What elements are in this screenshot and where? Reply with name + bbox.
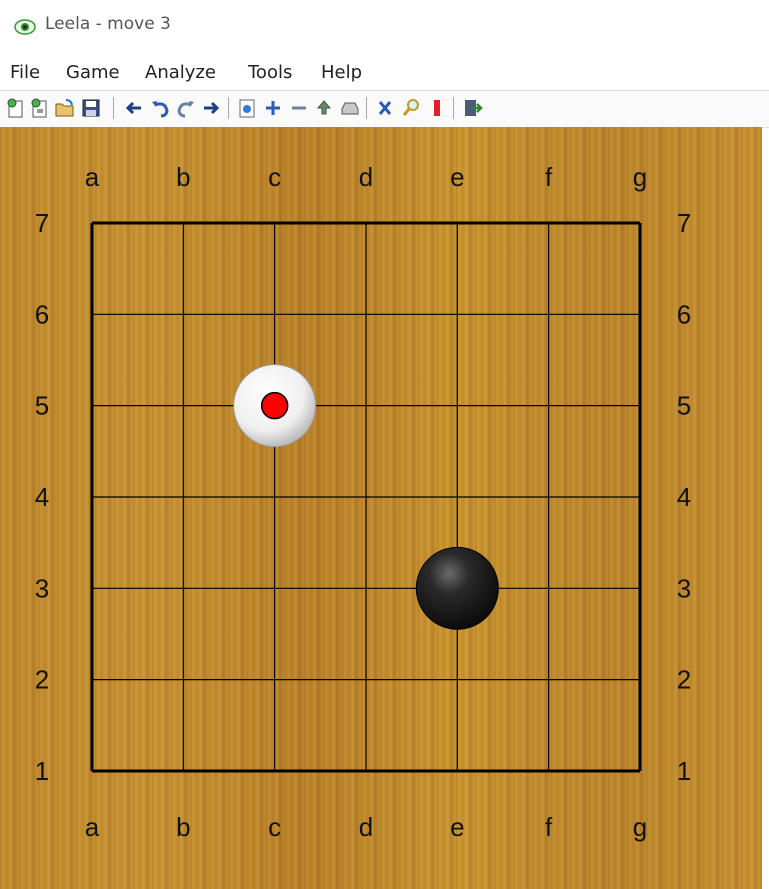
row-label: 6 (35, 299, 49, 329)
title-bar: Leela - move 3 (0, 0, 769, 56)
row-label: 4 (35, 482, 49, 512)
row-label: 7 (677, 208, 691, 238)
redo-icon[interactable] (175, 97, 197, 119)
undo-icon[interactable] (149, 97, 171, 119)
new-game-icon[interactable] (5, 97, 27, 119)
row-label: 2 (677, 665, 691, 695)
menu-game[interactable]: Game (66, 62, 120, 83)
window-title: Leela - move 3 (45, 14, 171, 34)
plus-icon[interactable] (262, 97, 284, 119)
go-board[interactable]: aabbccddeeffgg77665544332211 (0, 127, 762, 889)
board-canvas[interactable]: aabbccddeeffgg7 76 65 54 43 32 21 1 (0, 127, 762, 889)
stone-body (415, 546, 499, 630)
cross-icon[interactable] (374, 97, 396, 119)
column-label: a (85, 812, 100, 842)
row-label: 5 (35, 391, 49, 421)
forward-arrow-icon[interactable] (200, 97, 222, 119)
new-custom-game-icon[interactable] (29, 97, 51, 119)
row-label: 5 (677, 391, 691, 421)
toolbar-separator (366, 97, 367, 119)
magnifier-icon[interactable] (400, 97, 422, 119)
column-label: e (450, 162, 464, 192)
column-label: b (176, 812, 190, 842)
row-label: 1 (35, 756, 49, 786)
column-label: d (359, 162, 373, 192)
column-label: f (545, 162, 553, 192)
bookmark-icon[interactable] (426, 97, 448, 119)
minus-icon[interactable] (288, 97, 310, 119)
board-coordinates: aabbccddeeffgg7 76 65 54 43 32 21 1 (35, 162, 691, 842)
menu-file[interactable]: File (10, 62, 40, 83)
row-label: 3 (677, 573, 691, 603)
menu-help[interactable]: Help (321, 62, 362, 83)
row-label: 3 (35, 573, 49, 603)
row-label: 7 (35, 208, 49, 238)
open-file-icon[interactable] (54, 97, 76, 119)
menu-analyze[interactable]: Analyze (145, 62, 216, 83)
row-label: 2 (35, 665, 49, 695)
column-label: d (359, 812, 373, 842)
last-move-marker (260, 391, 289, 420)
column-label: e (450, 812, 464, 842)
row-label: 6 (677, 299, 691, 329)
toolbar-separator (228, 97, 229, 119)
row-label: 1 (677, 756, 691, 786)
column-label: c (268, 812, 281, 842)
upload-icon[interactable] (313, 97, 335, 119)
column-label: g (633, 162, 647, 192)
print-icon[interactable] (339, 97, 361, 119)
back-arrow-icon[interactable] (123, 97, 145, 119)
menu-tools[interactable]: Tools (248, 62, 292, 83)
row-label: 4 (677, 482, 691, 512)
white-stone[interactable] (233, 364, 317, 448)
toolbar-separator (113, 97, 114, 119)
column-label: f (545, 812, 553, 842)
column-label: b (176, 162, 190, 192)
board-grid (90, 221, 642, 773)
toolbar-separator (453, 97, 454, 119)
column-label: c (268, 162, 281, 192)
exit-icon[interactable] (461, 97, 483, 119)
toolbar (0, 90, 769, 128)
menu-bar: File Game Analyze Tools Help (0, 60, 769, 90)
column-label: a (85, 162, 100, 192)
column-label: g (633, 812, 647, 842)
black-stone[interactable] (415, 546, 499, 630)
save-file-icon[interactable] (80, 97, 102, 119)
settings-icon[interactable] (236, 97, 258, 119)
eye-icon (14, 19, 36, 35)
